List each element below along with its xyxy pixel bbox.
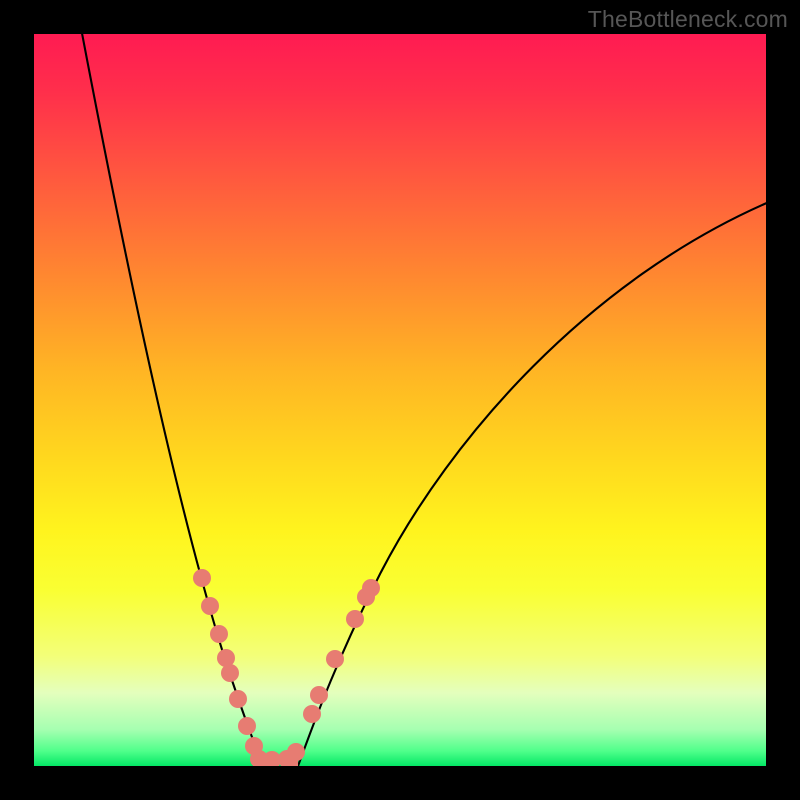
bead [210,625,228,643]
bead [346,610,364,628]
bead [362,579,380,597]
bead [303,705,321,723]
bead [229,690,247,708]
watermark-text: TheBottleneck.com [588,6,788,33]
bead [310,686,328,704]
bead [193,569,211,587]
bead [287,743,305,761]
beads-right-group [287,579,380,761]
chart-frame: TheBottleneck.com [0,0,800,800]
bead [326,650,344,668]
bead [201,597,219,615]
bead [238,717,256,735]
beads-left-group [193,569,296,766]
plot-area [34,34,766,766]
bead-layer [34,34,766,766]
bead [221,664,239,682]
